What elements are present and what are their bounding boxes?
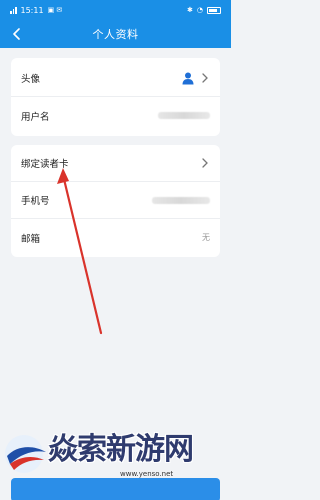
notification-icon: ▣ ✉ (47, 6, 63, 14)
signal-icon (10, 6, 17, 14)
bottom-action-button[interactable] (11, 478, 220, 500)
logo-icon (5, 435, 46, 473)
chevron-left-icon (13, 28, 20, 40)
phone-row[interactable]: 手机号 (11, 182, 220, 219)
profile-card: 头像 用户名 (11, 58, 220, 136)
bind-reader-card-label: 绑定读者卡 (21, 159, 69, 170)
page-title: 个人资料 (92, 28, 139, 41)
avatar-label: 头像 (21, 74, 41, 85)
bluetooth-icon: ✱ (187, 6, 193, 14)
back-button[interactable] (8, 25, 26, 43)
top-nav-bar: 个人资料 (0, 20, 231, 48)
wifi-icon: ◔ (196, 6, 203, 14)
watermark-brand: 焱索新游网 (48, 432, 194, 467)
username-value-redacted (158, 112, 210, 119)
bind-reader-card-row[interactable]: 绑定读者卡 (11, 145, 220, 182)
avatar-icon (182, 72, 194, 85)
email-label: 邮箱 (21, 233, 41, 245)
chevron-right-icon (202, 73, 208, 83)
chevron-right-icon (202, 158, 208, 168)
watermark-url: www.yenso.net (120, 470, 174, 478)
phone-label: 手机号 (21, 196, 50, 207)
account-card: 绑定读者卡 手机号 邮箱 无 (11, 145, 220, 257)
email-value: 无 (202, 233, 210, 242)
phone-value-redacted (152, 196, 210, 204)
username-label: 用户名 (21, 111, 50, 123)
avatar-row[interactable]: 头像 (11, 60, 220, 97)
battery-icon (207, 6, 221, 14)
email-row[interactable]: 邮箱 无 (11, 219, 220, 256)
status-bar: 15:11 ▣ ✉ ✱ ◔ (0, 0, 231, 20)
status-time: 15:11 (20, 5, 44, 15)
username-row[interactable]: 用户名 (11, 97, 220, 134)
